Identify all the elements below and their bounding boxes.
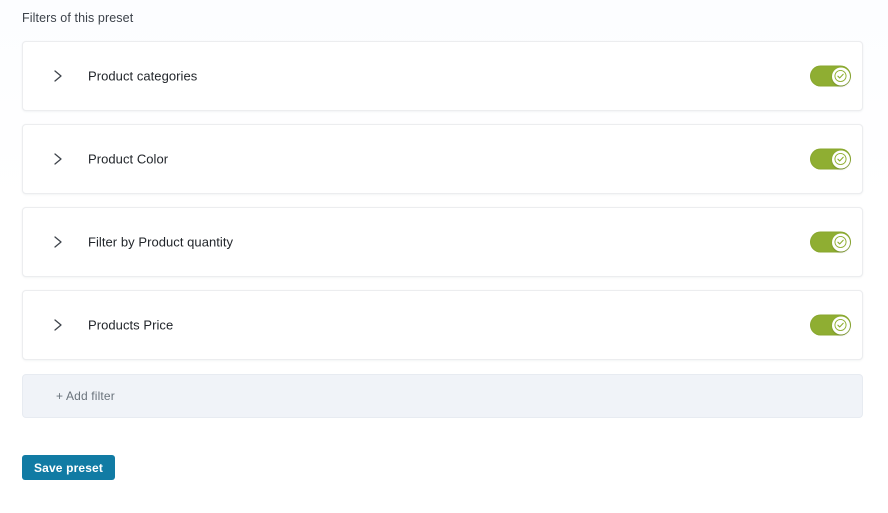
- chevron-right-icon[interactable]: [49, 67, 67, 85]
- filter-toggle[interactable]: [810, 65, 851, 87]
- check-icon: [834, 318, 847, 332]
- toggle-knob: [831, 150, 850, 168]
- filter-toggle[interactable]: [810, 231, 851, 253]
- add-filter-button[interactable]: + Add filter: [22, 374, 863, 418]
- filter-card[interactable]: Products Price: [22, 290, 863, 360]
- toggle-knob: [831, 233, 850, 251]
- filter-card[interactable]: Product categories: [22, 41, 863, 111]
- filter-card[interactable]: Product Color: [22, 124, 863, 194]
- chevron-right-icon[interactable]: [49, 233, 67, 251]
- filter-toggle[interactable]: [810, 314, 851, 336]
- check-icon: [834, 69, 847, 83]
- filters-preset-page: Filters of this preset Product categorie…: [0, 0, 888, 513]
- check-icon: [834, 152, 847, 166]
- filter-label: Product categories: [88, 68, 198, 84]
- chevron-right-icon[interactable]: [49, 150, 67, 168]
- filter-toggle[interactable]: [810, 148, 851, 170]
- check-icon: [834, 235, 847, 249]
- chevron-right-icon[interactable]: [49, 316, 67, 334]
- toggle-knob: [831, 67, 850, 85]
- filter-label: Product Color: [88, 151, 169, 167]
- save-preset-button[interactable]: Save preset: [22, 455, 116, 480]
- filter-card[interactable]: Filter by Product quantity: [22, 207, 863, 277]
- page-title: Filters of this preset: [22, 11, 134, 25]
- filters-list: Product categories Product Color Filter …: [22, 41, 863, 373]
- toggle-knob: [831, 316, 850, 334]
- add-filter-label: + Add filter: [56, 389, 115, 403]
- filter-label: Products Price: [88, 317, 174, 333]
- filter-label: Filter by Product quantity: [88, 234, 234, 250]
